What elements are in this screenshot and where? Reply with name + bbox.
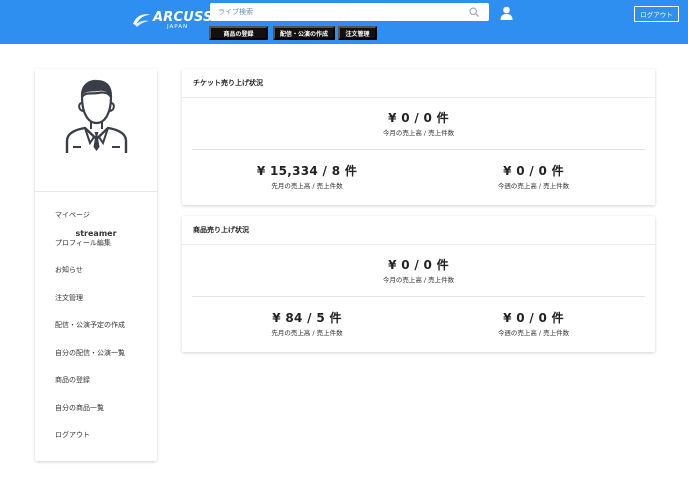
- product-sales-panel: 商品売り上げ状況 ¥ 0 / 0 件 今月の売上高 / 売上件数 ¥ 84 / …: [182, 216, 655, 352]
- product-this-week-value: ¥ 0 / 0 件: [503, 311, 564, 325]
- sidebar-item-create-stream-schedule[interactable]: 配信・公演予定の作成: [55, 319, 125, 347]
- ticket-this-month-label: 今月の売上高 / 売上件数: [382, 129, 455, 137]
- ticket-this-week-label: 今週の売上高 / 売上件数: [497, 182, 570, 190]
- product-last-month-label: 先月の売上高 / 売上件数: [271, 329, 343, 337]
- ticket-this-month-value: ¥ 0 / 0 件: [388, 111, 449, 125]
- arcuss-logo[interactable]: ARCUSS JAPAN: [131, 9, 212, 33]
- search-box: [210, 3, 489, 21]
- search-icon[interactable]: [469, 7, 479, 17]
- logout-button[interactable]: ログアウト: [634, 6, 679, 22]
- panel-divider: [182, 97, 655, 98]
- sidebar-item-register-product[interactable]: 商品の登録: [55, 374, 125, 402]
- search-input[interactable]: [210, 3, 465, 21]
- panel-divider: [192, 149, 645, 150]
- product-sales-title: 商品売り上げ状況: [193, 226, 249, 234]
- nav-create-stream-button[interactable]: 配信・公演の作成: [273, 26, 335, 40]
- sidebar-item-my-products[interactable]: 自分の商品一覧: [55, 402, 125, 430]
- sidebar-card: streamer マイページ プロフィール編集 お知らせ 注文管理 配信・公演予…: [35, 69, 157, 461]
- user-icon[interactable]: [500, 6, 513, 20]
- product-this-month-label: 今月の売上高 / 売上件数: [382, 276, 455, 284]
- product-this-month-value: ¥ 0 / 0 件: [388, 258, 449, 272]
- sidebar-item-edit-profile[interactable]: プロフィール編集: [55, 237, 125, 265]
- sidebar-item-order-management[interactable]: 注文管理: [55, 292, 125, 320]
- nav-order-management-button[interactable]: 注文管理: [338, 26, 377, 40]
- sidebar-menu: マイページ プロフィール編集 お知らせ 注文管理 配信・公演予定の作成 自分の配…: [55, 209, 125, 457]
- panel-divider: [182, 244, 655, 245]
- sidebar-item-logout[interactable]: ログアウト: [55, 429, 125, 457]
- ticket-last-month-value: ¥ 15,334 / 8 件: [256, 164, 358, 178]
- ticket-sales-title: チケット売り上げ状況: [193, 79, 263, 87]
- sidebar-item-my-streams[interactable]: 自分の配信・公演一覧: [55, 347, 125, 375]
- sidebar-item-mypage[interactable]: マイページ: [55, 209, 125, 237]
- sidebar-item-notifications[interactable]: お知らせ: [55, 264, 125, 292]
- ticket-last-month-label: 先月の売上高 / 売上件数: [271, 182, 343, 190]
- product-this-week-label: 今週の売上高 / 売上件数: [497, 329, 570, 337]
- sidebar-divider: [35, 191, 157, 192]
- product-last-month-value: ¥ 84 / 5 件: [272, 311, 342, 325]
- logo-subtext: JAPAN: [167, 24, 189, 30]
- avatar: [65, 79, 128, 153]
- logo-text: ARCUSS: [153, 10, 213, 25]
- ticket-this-week-value: ¥ 0 / 0 件: [503, 164, 564, 178]
- header-bar: ARCUSS JAPAN ログアウト 商品の登録 配信・公演の作成 注文管理: [0, 0, 688, 44]
- panel-divider: [192, 296, 645, 297]
- ticket-sales-panel: チケット売り上げ状況 ¥ 0 / 0 件 今月の売上高 / 売上件数 ¥ 15,…: [182, 69, 655, 205]
- nav-register-product-button[interactable]: 商品の登録: [209, 26, 268, 40]
- logo-swoosh-icon: [133, 14, 150, 27]
